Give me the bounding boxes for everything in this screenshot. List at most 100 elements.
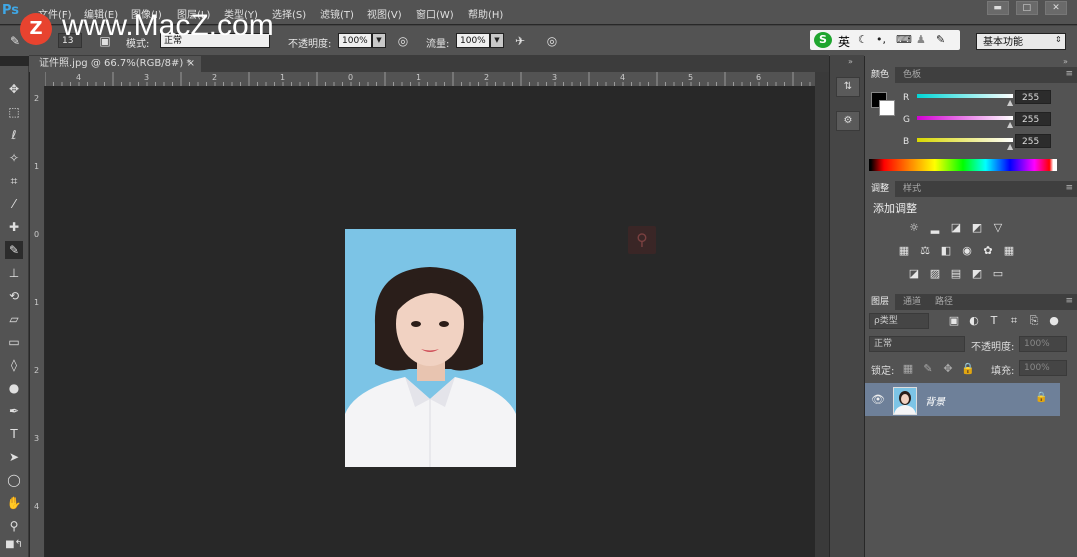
ruler-origin[interactable] <box>30 72 45 86</box>
color-lookup-icon[interactable]: ▦ <box>1002 245 1016 257</box>
lock-all-icon[interactable]: 🔒 <box>961 363 975 375</box>
document-image[interactable] <box>345 229 516 467</box>
zoom-tool-icon[interactable]: ⚲ <box>5 517 23 535</box>
document-tab[interactable]: 证件照.jpg @ 66.7%(RGB/8#) * × <box>29 56 201 72</box>
tab-color[interactable]: 颜色 <box>865 67 896 83</box>
eraser-tool-icon[interactable]: ▱ <box>5 310 23 328</box>
history-brush-tool-icon[interactable]: ⟲ <box>5 287 23 305</box>
collapse-dock-icon[interactable]: » <box>848 57 853 66</box>
filter-type-icon[interactable]: T <box>987 315 1001 327</box>
filter-shape-icon[interactable]: ⌗ <box>1007 315 1021 327</box>
panel-menu-icon[interactable]: ≡ <box>1065 296 1073 306</box>
layer-fill-field[interactable]: 100% <box>1019 360 1067 376</box>
gradient-tool-icon[interactable]: ▭ <box>5 333 23 351</box>
menu-select[interactable]: 选择(S) <box>272 6 306 21</box>
channel-mixer-icon[interactable]: ✿ <box>981 245 995 257</box>
black-white-icon[interactable]: ◧ <box>939 245 953 257</box>
keyboard-icon[interactable]: ⌨ <box>896 33 912 46</box>
close-button[interactable]: ✕ <box>1045 1 1067 15</box>
brightness-icon[interactable]: ☼ <box>907 222 921 234</box>
vibrance-icon[interactable]: ▽ <box>991 222 1005 234</box>
workspace-select[interactable]: 基本功能 <box>976 33 1066 50</box>
move-tool-icon[interactable]: ✥ <box>5 80 23 98</box>
tab-channels[interactable]: 通道 <box>897 294 927 310</box>
selective-color-icon[interactable]: ◩ <box>970 268 984 280</box>
healing-brush-tool-icon[interactable]: ✚ <box>5 218 23 236</box>
crop-tool-icon[interactable]: ⌗ <box>5 172 23 190</box>
opacity-dropdown[interactable]: ▼ <box>372 33 386 48</box>
user-icon[interactable]: ♟ <box>916 33 926 46</box>
green-value-field[interactable]: 255 <box>1015 112 1051 126</box>
horizontal-ruler[interactable]: 4 3 2 1 0 1 2 3 4 5 6 <box>45 72 829 87</box>
marquee-tool-icon[interactable]: ⬚ <box>5 103 23 121</box>
color-swap-icon[interactable]: ■↰ <box>5 536 23 554</box>
close-tab-icon[interactable]: × <box>187 56 195 72</box>
pressure-opacity-icon[interactable]: ◎ <box>394 32 412 50</box>
vertical-scrollbar[interactable] <box>815 72 829 557</box>
levels-icon[interactable]: ▂ <box>928 222 942 234</box>
history-panel-icon[interactable]: ⇅ <box>836 77 860 97</box>
dodge-tool-icon[interactable]: ● <box>5 379 23 397</box>
color-spectrum-bar[interactable] <box>869 159 1057 171</box>
hue-saturation-icon[interactable]: ▦ <box>897 245 911 257</box>
lock-pixels-icon[interactable]: ✎ <box>921 363 935 375</box>
tab-swatches[interactable]: 色板 <box>897 67 927 83</box>
tab-adjustments[interactable]: 调整 <box>865 181 896 197</box>
expand-panels-icon[interactable]: » <box>1063 57 1068 66</box>
tab-paths[interactable]: 路径 <box>929 294 959 310</box>
clone-stamp-tool-icon[interactable]: ⊥ <box>5 264 23 282</box>
vertical-ruler[interactable]: 2 1 0 1 2 3 4 <box>30 86 45 557</box>
minimize-button[interactable]: ▬ <box>986 1 1009 15</box>
threshold-icon[interactable]: ▤ <box>949 268 963 280</box>
wrench-icon[interactable]: ✎ <box>936 33 945 46</box>
airbrush-icon[interactable]: ✈ <box>511 32 529 50</box>
lasso-tool-icon[interactable]: ℓ <box>5 126 23 144</box>
moon-icon[interactable]: ☾ <box>858 33 868 46</box>
opacity-field[interactable]: 100% <box>338 33 372 48</box>
punctuation-icon[interactable]: •, <box>876 33 886 46</box>
filter-pixel-icon[interactable]: ▣ <box>947 315 961 327</box>
red-value-field[interactable]: 255 <box>1015 90 1051 104</box>
gradient-map-icon[interactable]: ▭ <box>991 268 1005 280</box>
curves-icon[interactable]: ◪ <box>949 222 963 234</box>
filter-toggle-icon[interactable]: ● <box>1047 315 1061 327</box>
flow-field[interactable]: 100% <box>456 33 490 48</box>
path-select-tool-icon[interactable]: ➤ <box>5 448 23 466</box>
green-slider-handle-icon[interactable]: ▲ <box>1007 120 1013 129</box>
menu-help[interactable]: 帮助(H) <box>468 6 503 21</box>
eye-icon[interactable]: 👁 <box>871 393 885 406</box>
pressure-size-icon[interactable]: ◎ <box>543 32 561 50</box>
panel-menu-icon[interactable]: ≡ <box>1065 69 1073 79</box>
panel-menu-icon[interactable]: ≡ <box>1065 183 1073 193</box>
filter-adjustment-icon[interactable]: ◐ <box>967 315 981 327</box>
blur-tool-icon[interactable]: ◊ <box>5 356 23 374</box>
layer-row[interactable]: 👁 背景 🔒 <box>865 383 1060 416</box>
layer-filter-select[interactable]: ρ类型 <box>869 313 929 329</box>
color-balance-icon[interactable]: ⚖ <box>918 245 932 257</box>
blue-slider-handle-icon[interactable]: ▲ <box>1007 142 1013 151</box>
blend-mode-select[interactable]: 正常 <box>869 336 965 352</box>
posterize-icon[interactable]: ▨ <box>928 268 942 280</box>
filter-smart-object-icon[interactable]: ⎘ <box>1027 315 1041 327</box>
photo-filter-icon[interactable]: ◉ <box>960 245 974 257</box>
tab-styles[interactable]: 样式 <box>897 181 927 197</box>
menu-window[interactable]: 窗口(W) <box>416 6 454 21</box>
properties-panel-icon[interactable]: ⚙ <box>836 111 860 131</box>
exposure-icon[interactable]: ◩ <box>970 222 984 234</box>
red-slider-handle-icon[interactable]: ▲ <box>1007 98 1013 107</box>
flow-dropdown[interactable]: ▼ <box>490 33 504 48</box>
tab-layers[interactable]: 图层 <box>865 294 896 310</box>
ellipse-tool-icon[interactable]: ◯ <box>5 471 23 489</box>
blue-slider[interactable] <box>917 138 1013 142</box>
menu-view[interactable]: 视图(V) <box>367 6 402 21</box>
ime-language-toggle[interactable]: 英 <box>838 33 850 50</box>
green-slider[interactable] <box>917 116 1013 120</box>
layer-name[interactable]: 背景 <box>925 393 945 408</box>
layer-opacity-field[interactable]: 100% <box>1019 336 1067 352</box>
eyedropper-tool-icon[interactable]: ⁄ <box>5 195 23 213</box>
quick-select-tool-icon[interactable]: ✧ <box>5 149 23 167</box>
lock-transparent-icon[interactable]: ▦ <box>901 363 915 375</box>
invert-icon[interactable]: ◪ <box>907 268 921 280</box>
red-slider[interactable] <box>917 94 1013 98</box>
lock-position-icon[interactable]: ✥ <box>941 363 955 375</box>
